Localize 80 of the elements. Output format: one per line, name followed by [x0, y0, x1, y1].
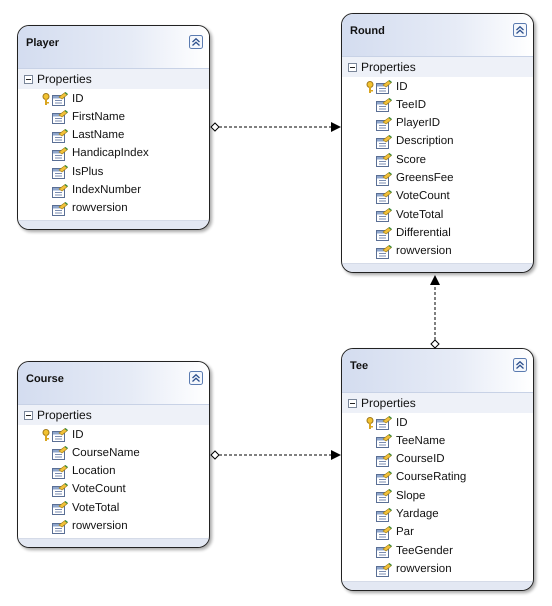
property-icon [376, 172, 392, 186]
property-name: ID [72, 92, 84, 107]
property-icon [52, 428, 68, 442]
entity-title: Player [26, 36, 60, 51]
property-name: rowversion [396, 244, 452, 260]
property-name: LastName [72, 128, 124, 144]
property-icon [52, 128, 68, 143]
property-name: CourseRating [396, 470, 466, 486]
collapse-icon[interactable] [513, 358, 527, 372]
property-icon [376, 208, 392, 222]
property-name: ID [72, 428, 84, 443]
property-name: VoteCount [72, 482, 126, 498]
property-icon [52, 446, 68, 460]
property-name: VoteTotal [72, 500, 120, 516]
collapse-toggle-icon[interactable] [24, 74, 33, 84]
property-name: Location [72, 464, 116, 480]
property-name: PlayerID [396, 116, 440, 132]
property-icon [376, 562, 392, 577]
property-icon [376, 471, 392, 486]
property-icon [52, 147, 68, 162]
property-icon [52, 165, 68, 180]
section-label: Properties [361, 59, 416, 76]
property-icon [376, 452, 392, 467]
property-name: Par [396, 525, 414, 540]
section-label: Properties [37, 71, 92, 88]
property-icon [376, 98, 392, 112]
property-icon [376, 434, 392, 448]
property-name: TeeGender [396, 544, 453, 559]
property-name: Differential [396, 226, 451, 241]
property-name: rowversion [396, 562, 452, 577]
entity-title: Course [26, 372, 64, 387]
collapse-toggle-icon[interactable] [348, 398, 357, 408]
property-name: IsPlus [72, 164, 104, 180]
property-icon [52, 202, 68, 216]
property-name: Score [396, 152, 426, 168]
property-icon [376, 116, 392, 131]
property-name: FirstName [72, 110, 126, 125]
property-name: CourseName [72, 446, 140, 461]
property-name: CourseID [396, 452, 445, 468]
property-name: TeeName [396, 434, 446, 449]
property-icon [52, 464, 68, 479]
property-name: VoteCount [396, 189, 450, 204]
property-icon [376, 80, 392, 94]
property-icon [376, 153, 392, 168]
collapse-toggle-icon[interactable] [24, 410, 33, 420]
property-name: HandicapIndex [72, 146, 149, 162]
collapse-icon[interactable] [189, 35, 203, 49]
property-icon [52, 501, 68, 516]
property-icon [52, 92, 68, 106]
property-name: ID [396, 80, 408, 95]
property-name: TeeID [396, 98, 426, 113]
property-icon [376, 526, 392, 540]
property-icon [376, 244, 392, 259]
section-label: Properties [37, 407, 92, 424]
collapse-icon[interactable] [513, 23, 527, 37]
property-name: Slope [396, 488, 426, 504]
collapse-toggle-icon[interactable] [348, 62, 357, 72]
property-name: Description [396, 134, 454, 150]
property-name: rowversion [72, 519, 128, 534]
property-name: ID [396, 416, 408, 431]
property-icon [52, 520, 68, 534]
property-icon [52, 184, 68, 198]
property-icon [52, 483, 68, 498]
property-name: rowversion [72, 201, 128, 216]
property-icon [376, 416, 392, 430]
property-icon [52, 110, 68, 124]
property-icon [376, 226, 392, 241]
property-name: Yardage [396, 507, 439, 522]
property-icon [376, 489, 392, 504]
property-name: GreensFee [396, 171, 454, 186]
section-label: Properties [361, 395, 416, 412]
property-icon [376, 508, 392, 522]
property-icon [376, 135, 392, 150]
property-name: IndexNumber [72, 183, 142, 198]
collapse-icon[interactable] [189, 371, 203, 385]
property-icon [376, 190, 392, 204]
property-name: VoteTotal [396, 208, 444, 223]
property-icon [376, 544, 392, 558]
entity-title: Tee [350, 359, 368, 374]
entity-title: Round [350, 24, 385, 39]
